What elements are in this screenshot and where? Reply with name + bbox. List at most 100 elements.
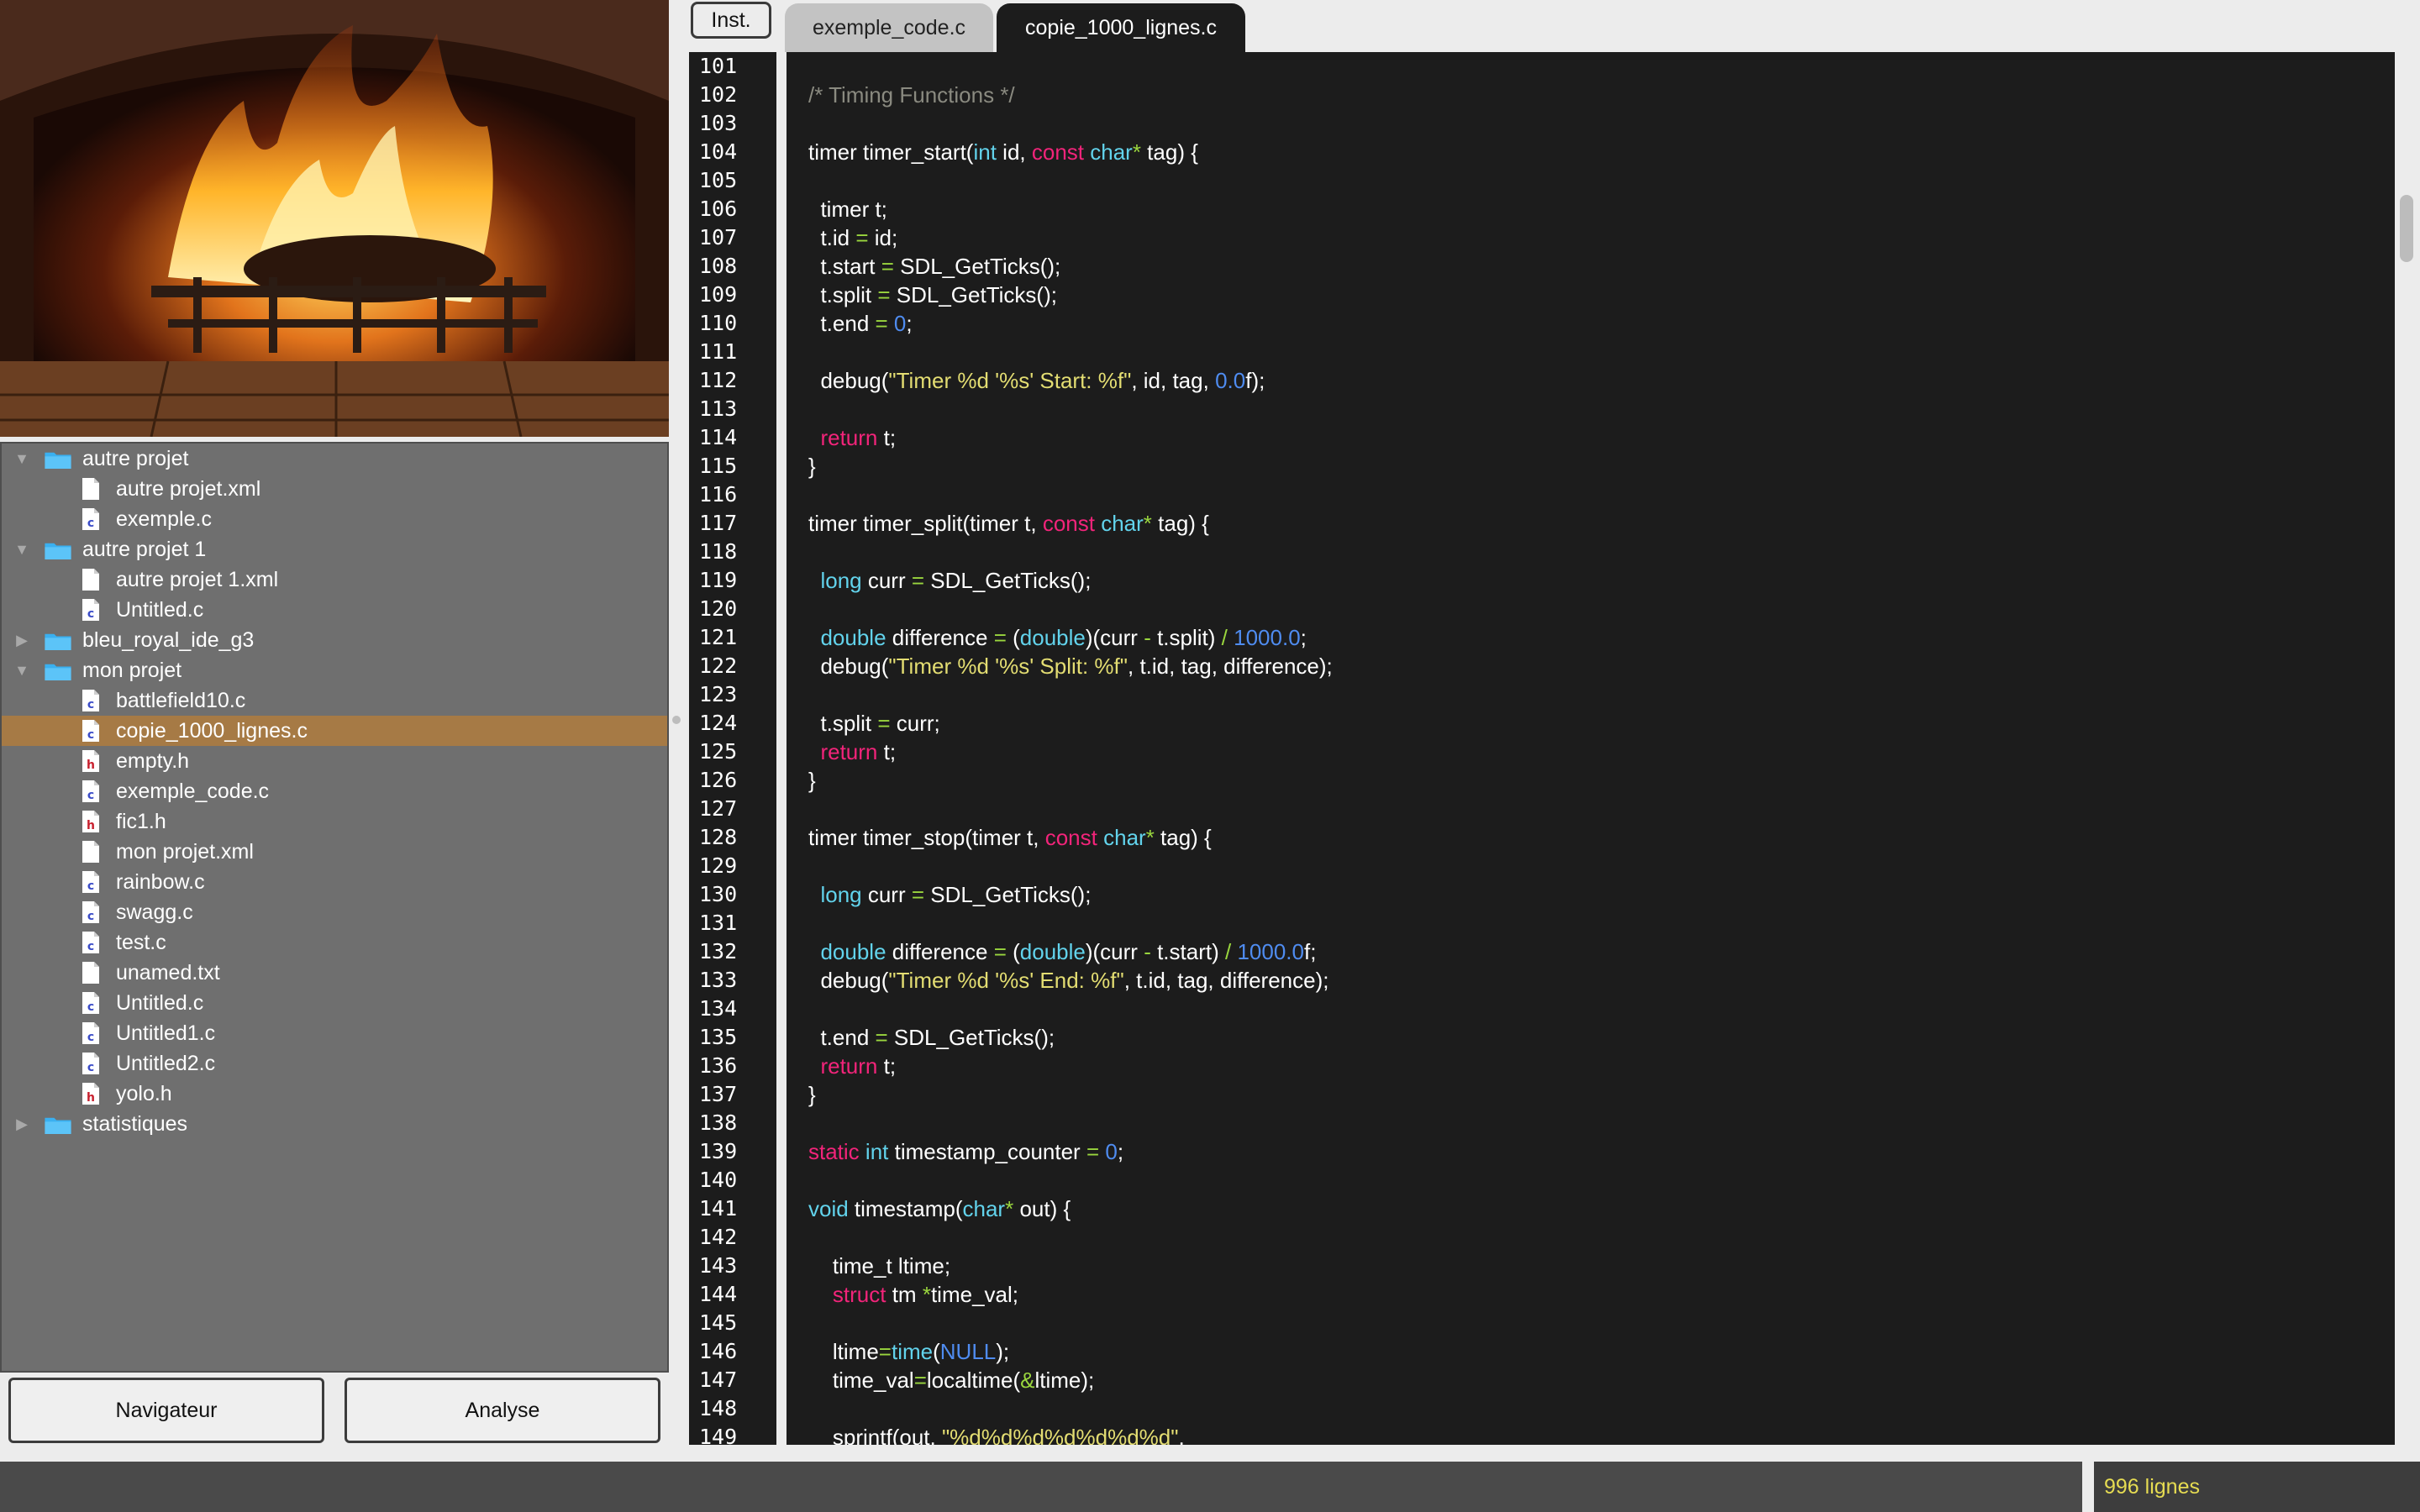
- document-file-icon: [82, 841, 99, 863]
- tree-file-row[interactable]: c battlefield10.c: [2, 685, 667, 716]
- inst-button[interactable]: Inst.: [691, 2, 771, 39]
- expand-arrow-icon[interactable]: ▼: [13, 534, 30, 564]
- tree-file-row[interactable]: c exemple_code.c: [2, 776, 667, 806]
- tab-exemple-code[interactable]: exemple_code.c: [785, 3, 993, 52]
- code-editor[interactable]: 101 102 103 104 105 106 107 108 109 110 111 112 113 1…: [689, 52, 2395, 1445]
- code-token: tag) {: [1154, 825, 1212, 850]
- line-number: 140: [699, 1168, 738, 1192]
- code-line[interactable]: timer timer_split(timer t, const char* t…: [808, 509, 1209, 538]
- code-line[interactable]: timer t;: [808, 195, 886, 223]
- tree-file-row[interactable]: h yolo.h: [2, 1079, 667, 1109]
- code-token: =: [877, 711, 891, 736]
- tree-folder-row[interactable]: ▼ autre projet: [2, 444, 667, 474]
- code-area[interactable]: /* Timing Functions */ timer timer_start(…: [786, 52, 2395, 1445]
- code-line[interactable]: t.split = SDL_GetTicks();: [808, 281, 1057, 309]
- code-line[interactable]: long curr = SDL_GetTicks();: [808, 880, 1091, 909]
- code-line[interactable]: t.end = SDL_GetTicks();: [808, 1023, 1055, 1052]
- tree-file-row[interactable]: c test.c: [2, 927, 667, 958]
- code-line[interactable]: debug("Timer %d '%s' End: %f", t.id, tag…: [808, 966, 1328, 995]
- code-line[interactable]: double difference = (double)(curr - t.sp…: [808, 623, 1306, 652]
- tree-file-row[interactable]: h fic1.h: [2, 806, 667, 837]
- code-token: *: [1005, 1196, 1014, 1221]
- tree-folder-row[interactable]: ▼ mon projet: [2, 655, 667, 685]
- editor-scrollbar[interactable]: [2395, 52, 2420, 1445]
- tree-file-row[interactable]: mon projet.xml: [2, 837, 667, 867]
- tree-file-row[interactable]: c Untitled.c: [2, 988, 667, 1018]
- c-file-icon: c: [82, 690, 99, 711]
- code-line[interactable]: long curr = SDL_GetTicks();: [808, 566, 1091, 595]
- line-number: 130: [699, 882, 738, 906]
- code-token: (: [1006, 625, 1020, 650]
- code-token: char: [1103, 825, 1146, 850]
- code-token: 0: [1105, 1139, 1118, 1164]
- code-line[interactable]: t.end = 0;: [808, 309, 912, 338]
- navigator-button[interactable]: Navigateur: [8, 1378, 324, 1443]
- tree-file-row[interactable]: h empty.h: [2, 746, 667, 776]
- code-line[interactable]: time_val=localtime(&ltime);: [808, 1366, 1094, 1394]
- code-line[interactable]: sprintf(out, "%d%d%d%d%d%d%d",: [808, 1423, 1185, 1445]
- tree-file-row[interactable]: c rainbow.c: [2, 867, 667, 897]
- line-number: 106: [699, 197, 738, 221]
- code-line[interactable]: static int timestamp_counter = 0;: [808, 1137, 1123, 1166]
- code-token: long: [820, 568, 862, 593]
- code-line[interactable]: /* Timing Functions */: [808, 81, 1015, 109]
- expand-arrow-icon[interactable]: ▼: [13, 444, 30, 474]
- code-token: "Timer %d '%s' End: %f": [888, 968, 1124, 993]
- collapse-arrow-icon[interactable]: ▶: [13, 625, 30, 655]
- code-line[interactable]: debug("Timer %d '%s' Split: %f", t.id, t…: [808, 652, 1332, 680]
- scrollbar-thumb[interactable]: [2400, 195, 2413, 262]
- code-line[interactable]: time_t ltime;: [808, 1252, 950, 1280]
- code-line[interactable]: debug("Timer %d '%s' Start: %f", id, tag…: [808, 366, 1265, 395]
- expand-arrow-icon[interactable]: ▼: [13, 655, 30, 685]
- tab-copie-1000-lignes[interactable]: copie_1000_lignes.c: [997, 3, 1245, 52]
- code-line[interactable]: void timestamp(char* out) {: [808, 1194, 1071, 1223]
- code-token: *: [1143, 511, 1152, 536]
- tree-item-label: mon projet.xml: [116, 840, 254, 864]
- code-line[interactable]: return t;: [808, 1052, 896, 1080]
- code-line[interactable]: return t;: [808, 738, 896, 766]
- tree-folder-row[interactable]: ▶ bleu_royal_ide_g3: [2, 625, 667, 655]
- line-number: 142: [699, 1225, 738, 1249]
- header-file-icon: h: [82, 1083, 99, 1105]
- code-token: const: [1031, 139, 1085, 165]
- tree-folder-row[interactable]: ▶ statistiques: [2, 1109, 667, 1139]
- svg-text:c: c: [87, 940, 94, 953]
- tree-file-row[interactable]: c Untitled.c: [2, 595, 667, 625]
- tree-file-row[interactable]: c copie_1000_lignes.c: [2, 716, 667, 746]
- code-token: =: [993, 939, 1007, 964]
- code-line[interactable]: timer timer_stop(timer t, const char* ta…: [808, 823, 1212, 852]
- code-line[interactable]: t.split = curr;: [808, 709, 939, 738]
- code-line[interactable]: t.start = SDL_GetTicks();: [808, 252, 1060, 281]
- code-line[interactable]: }: [808, 1080, 816, 1109]
- tree-file-row[interactable]: unamed.txt: [2, 958, 667, 988]
- code-line[interactable]: struct tm *time_val;: [808, 1280, 1018, 1309]
- code-token: difference: [886, 939, 994, 964]
- code-line[interactable]: t.id = id;: [808, 223, 897, 252]
- code-line[interactable]: }: [808, 766, 816, 795]
- tree-file-row[interactable]: c Untitled1.c: [2, 1018, 667, 1048]
- tree-file-row[interactable]: c exemple.c: [2, 504, 667, 534]
- code-line[interactable]: ltime=time(NULL);: [808, 1337, 1009, 1366]
- tree-folder-row[interactable]: ▼ autre projet 1: [2, 534, 667, 564]
- analysis-button[interactable]: Analyse: [345, 1378, 660, 1443]
- collapse-arrow-icon[interactable]: ▶: [13, 1109, 30, 1139]
- code-line[interactable]: return t;: [808, 423, 896, 452]
- code-token: )(curr: [1085, 625, 1144, 650]
- svg-text:c: c: [87, 1000, 94, 1014]
- line-number: 110: [699, 311, 738, 335]
- code-line[interactable]: timer timer_start(int id, const char* ta…: [808, 138, 1198, 166]
- tree-file-row[interactable]: autre projet 1.xml: [2, 564, 667, 595]
- panel-splitter-handle[interactable]: [672, 716, 681, 724]
- tree-item-label: battlefield10.c: [116, 689, 246, 712]
- code-line[interactable]: }: [808, 452, 816, 480]
- folder-icon: [45, 543, 71, 559]
- code-line[interactable]: double difference = (double)(curr - t.st…: [808, 937, 1316, 966]
- tree-file-row[interactable]: autre projet.xml: [2, 474, 667, 504]
- tree-file-row[interactable]: c swagg.c: [2, 897, 667, 927]
- code-token: t.split): [1150, 625, 1222, 650]
- tree-file-row[interactable]: c Untitled2.c: [2, 1048, 667, 1079]
- c-file-icon: c: [82, 599, 99, 621]
